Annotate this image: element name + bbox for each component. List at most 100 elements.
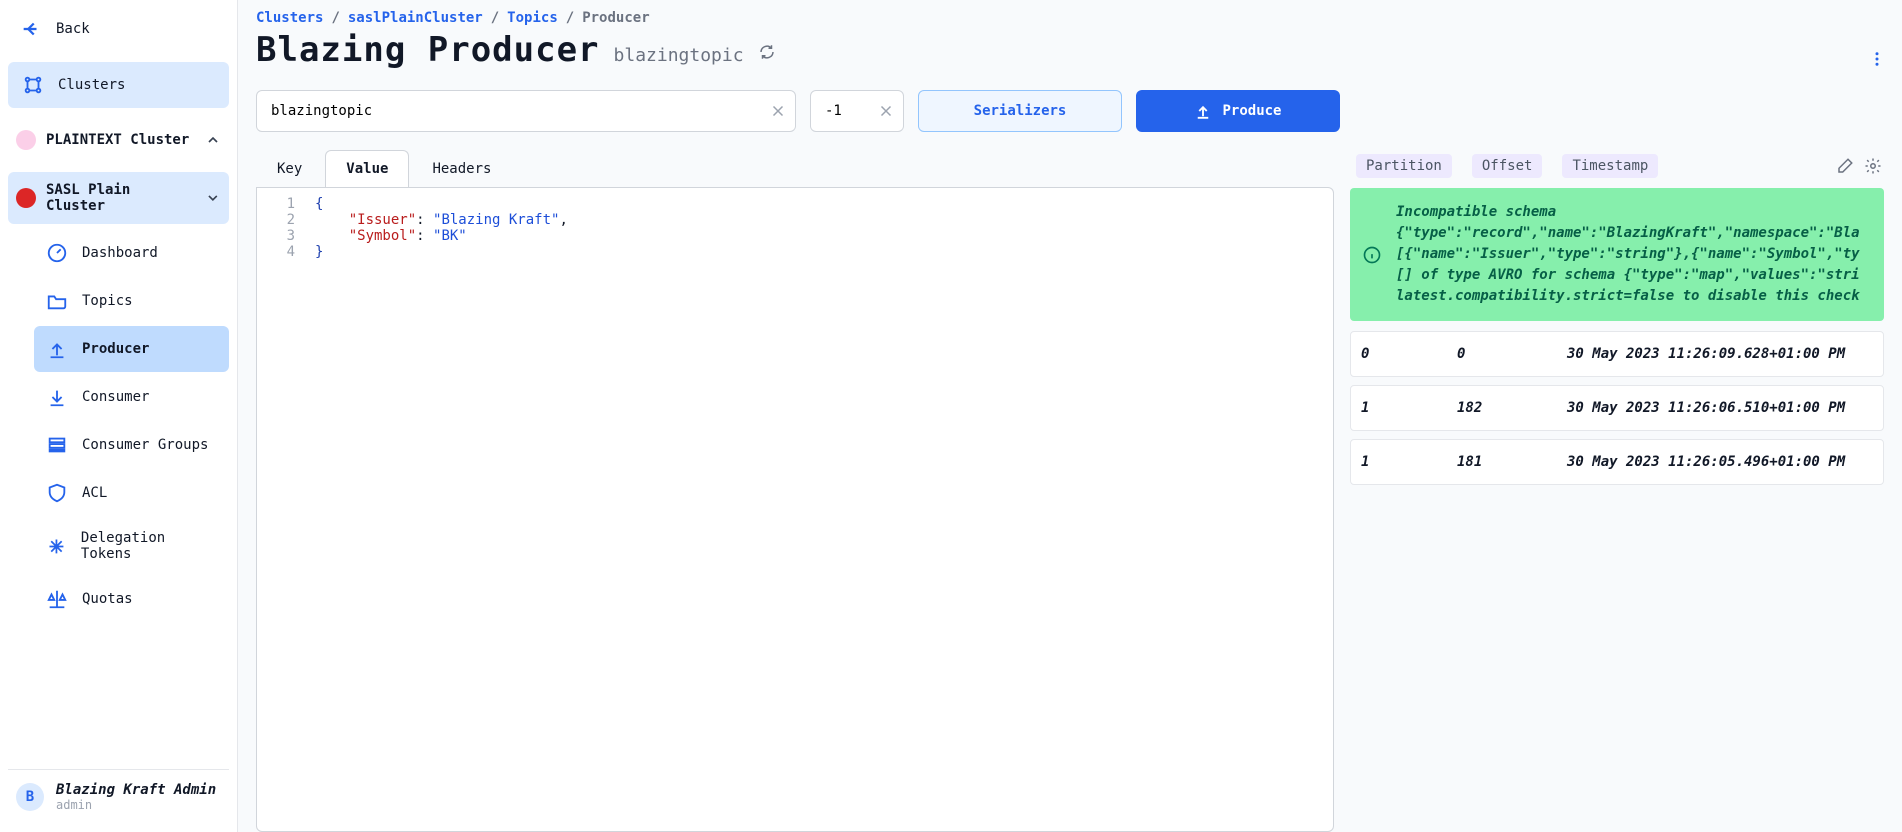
nav-delegation-tokens[interactable]: Delegation Tokens bbox=[34, 518, 229, 574]
code-editor[interactable]: 1234 { "Issuer": "Blazing Kraft", "Symbo… bbox=[256, 187, 1334, 832]
clear-icon[interactable] bbox=[769, 102, 787, 120]
error-line: {"type":"record","name":"BlazingKraft","… bbox=[1396, 223, 1870, 244]
nav-label: Producer bbox=[82, 341, 149, 357]
nav-consumer-groups[interactable]: Consumer Groups bbox=[34, 422, 229, 468]
col-timestamp: Timestamp bbox=[1562, 154, 1658, 178]
gauge-icon bbox=[46, 242, 68, 264]
kebab-menu-icon[interactable] bbox=[1868, 50, 1886, 68]
error-line: Incompatible schema bbox=[1396, 202, 1870, 223]
user-footer[interactable]: B Blazing Kraft Admin admin bbox=[8, 769, 229, 824]
folder-icon bbox=[46, 290, 68, 312]
schema-error-banner: Incompatible schema {"type":"record","na… bbox=[1350, 188, 1884, 321]
nav-topics[interactable]: Topics bbox=[34, 278, 229, 324]
nav-label: Topics bbox=[82, 293, 133, 309]
eraser-icon[interactable] bbox=[1836, 157, 1854, 175]
cluster-plaintext[interactable]: PLAINTEXT Cluster bbox=[8, 120, 229, 160]
error-line: latest.compatibility.strict=false to dis… bbox=[1396, 286, 1870, 307]
topic-input[interactable] bbox=[257, 91, 795, 131]
avatar: B bbox=[16, 783, 44, 811]
cell-timestamp: 30 May 2023 11:26:05.496+01:00 PM bbox=[1567, 454, 1873, 470]
title-row: Blazing Producer blazingtopic bbox=[256, 30, 1884, 70]
nav-label: Delegation Tokens bbox=[81, 530, 217, 562]
breadcrumb: Clusters / saslPlainCluster / Topics / P… bbox=[256, 10, 1884, 26]
result-rows: 0 0 30 May 2023 11:26:09.628+01:00 PM 1 … bbox=[1350, 331, 1884, 485]
breadcrumb-current: Producer bbox=[582, 10, 649, 26]
sidebar: Back Clusters PLAINTEXT Cluster SASL Pla… bbox=[0, 0, 238, 832]
upload-icon bbox=[1194, 102, 1212, 120]
cell-partition: 1 bbox=[1361, 454, 1457, 470]
button-label: Produce bbox=[1222, 103, 1281, 119]
editor-gutter: 1234 bbox=[257, 188, 305, 831]
back-label: Back bbox=[56, 21, 90, 37]
shield-icon bbox=[46, 482, 68, 504]
results-header: Partition Offset Timestamp bbox=[1350, 150, 1884, 188]
result-row[interactable]: 0 0 30 May 2023 11:26:09.628+01:00 PM bbox=[1350, 331, 1884, 377]
cell-offset: 182 bbox=[1457, 400, 1567, 416]
breadcrumb-clusters[interactable]: Clusters bbox=[256, 10, 323, 26]
breadcrumb-topics[interactable]: Topics bbox=[507, 10, 558, 26]
arrow-left-icon bbox=[20, 18, 42, 40]
breadcrumb-cluster-id[interactable]: saslPlainCluster bbox=[348, 10, 483, 26]
tab-key[interactable]: Key bbox=[256, 150, 323, 188]
nav-list: Dashboard Topics Producer Consumer Consu… bbox=[8, 230, 229, 622]
refresh-icon[interactable] bbox=[758, 43, 776, 61]
main: Clusters / saslPlainCluster / Topics / P… bbox=[238, 0, 1902, 832]
error-line: [{"name":"Issuer","type":"string"},{"nam… bbox=[1396, 244, 1870, 265]
breadcrumb-sep: / bbox=[491, 10, 499, 26]
toolbar: Serializers Produce bbox=[256, 90, 1884, 132]
clear-icon[interactable] bbox=[877, 102, 895, 120]
download-icon bbox=[46, 386, 68, 408]
cluster-label: PLAINTEXT Cluster bbox=[46, 132, 189, 148]
nav-label: ACL bbox=[82, 485, 107, 501]
cell-timestamp: 30 May 2023 11:26:09.628+01:00 PM bbox=[1567, 346, 1873, 362]
status-dot-icon bbox=[16, 188, 36, 208]
editor-code: { "Issuer": "Blazing Kraft", "Symbol": "… bbox=[305, 188, 1333, 831]
editor-tabs: Key Value Headers bbox=[256, 150, 1334, 188]
page-title: Blazing Producer bbox=[256, 30, 600, 70]
cluster-label: SASL Plain Cluster bbox=[46, 182, 195, 214]
breadcrumb-sep: / bbox=[566, 10, 574, 26]
nav-quotas[interactable]: Quotas bbox=[34, 576, 229, 622]
cell-offset: 181 bbox=[1457, 454, 1567, 470]
clusters-icon bbox=[22, 74, 44, 96]
nav-label: Dashboard bbox=[82, 245, 158, 261]
partition-input-wrap bbox=[810, 90, 904, 132]
scale-icon bbox=[46, 588, 68, 610]
status-dot-icon bbox=[16, 130, 36, 150]
result-row[interactable]: 1 182 30 May 2023 11:26:06.510+01:00 PM bbox=[1350, 385, 1884, 431]
tab-value[interactable]: Value bbox=[325, 150, 409, 188]
gear-icon[interactable] bbox=[1864, 157, 1882, 175]
chevron-down-icon bbox=[205, 190, 221, 206]
results-column: Partition Offset Timestamp Incompatible … bbox=[1350, 150, 1884, 832]
upload-icon bbox=[46, 338, 68, 360]
sidebar-clusters[interactable]: Clusters bbox=[8, 62, 229, 108]
sidebar-clusters-label: Clusters bbox=[58, 77, 125, 93]
error-line: [] of type AVRO for schema {"type":"map"… bbox=[1396, 265, 1870, 286]
nav-label: Consumer bbox=[82, 389, 149, 405]
nav-label: Quotas bbox=[82, 591, 133, 607]
user-role: admin bbox=[56, 798, 216, 812]
info-icon bbox=[1362, 245, 1382, 265]
cell-partition: 0 bbox=[1361, 346, 1457, 362]
cell-offset: 0 bbox=[1457, 346, 1567, 362]
chevron-up-icon bbox=[205, 132, 221, 148]
back-button[interactable]: Back bbox=[8, 8, 229, 50]
topic-input-wrap bbox=[256, 90, 796, 132]
col-offset: Offset bbox=[1472, 154, 1543, 178]
serializers-button[interactable]: Serializers bbox=[918, 90, 1122, 132]
nav-consumer[interactable]: Consumer bbox=[34, 374, 229, 420]
nav-acl[interactable]: ACL bbox=[34, 470, 229, 516]
button-label: Serializers bbox=[974, 103, 1067, 119]
topic-subtext: blazingtopic bbox=[614, 45, 744, 66]
user-display-name: Blazing Kraft Admin bbox=[56, 782, 216, 798]
cluster-sasl-plain[interactable]: SASL Plain Cluster bbox=[8, 172, 229, 224]
col-partition: Partition bbox=[1356, 154, 1452, 178]
tab-headers[interactable]: Headers bbox=[411, 150, 512, 188]
nav-producer[interactable]: Producer bbox=[34, 326, 229, 372]
nav-dashboard[interactable]: Dashboard bbox=[34, 230, 229, 276]
produce-button[interactable]: Produce bbox=[1136, 90, 1340, 132]
nav-label: Consumer Groups bbox=[82, 437, 208, 453]
breadcrumb-sep: / bbox=[331, 10, 339, 26]
result-row[interactable]: 1 181 30 May 2023 11:26:05.496+01:00 PM bbox=[1350, 439, 1884, 485]
content-row: Key Value Headers 1234 { "Issuer": "Blaz… bbox=[256, 150, 1884, 832]
